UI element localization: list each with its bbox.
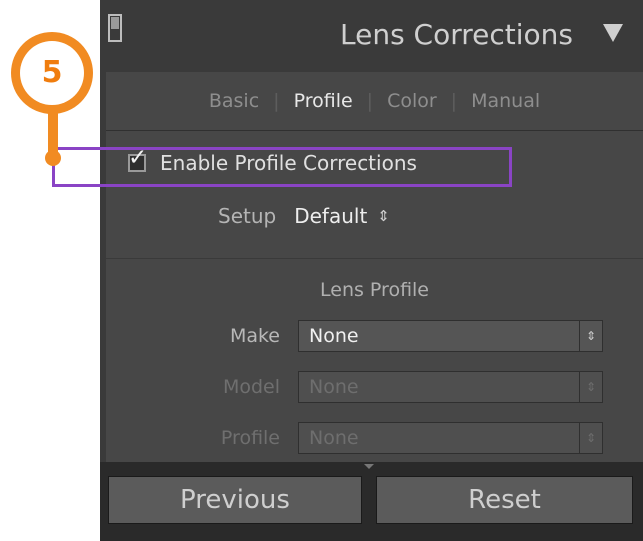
- triangle-down-icon[interactable]: [603, 24, 623, 42]
- reset-button[interactable]: Reset: [376, 476, 633, 524]
- previous-button[interactable]: Previous: [108, 476, 362, 524]
- model-select[interactable]: None ⇕: [298, 371, 603, 403]
- make-row: Make None ⇕: [106, 320, 643, 354]
- make-value: None: [309, 325, 359, 347]
- tab-manual[interactable]: Manual: [471, 90, 540, 112]
- tab-separator: |: [273, 90, 280, 112]
- tab-profile[interactable]: Profile: [294, 90, 353, 112]
- section-divider: [106, 258, 643, 259]
- spinner-icon[interactable]: ⇕: [579, 423, 602, 453]
- step-number: 5: [20, 41, 84, 105]
- setup-row: Setup Default ⇕: [218, 204, 390, 228]
- profile-row: Profile None ⇕: [106, 422, 643, 456]
- make-select[interactable]: None ⇕: [298, 320, 603, 352]
- tab-bar: Basic | Profile | Color | Manual: [106, 72, 643, 131]
- model-value: None: [309, 376, 359, 398]
- make-label: Make: [229, 325, 280, 347]
- profile-value: None: [309, 427, 359, 449]
- tab-separator: |: [366, 90, 374, 112]
- updown-caret-icon[interactable]: ⇕: [377, 207, 390, 225]
- tab-separator: |: [450, 90, 458, 112]
- panel-content: Basic | Profile | Color | Manual ✓ Enabl…: [106, 72, 643, 462]
- model-label: Model: [222, 376, 280, 398]
- lens-corrections-panel: Lens Corrections Basic | Profile | Color…: [100, 0, 643, 541]
- spinner-icon[interactable]: ⇕: [579, 372, 602, 402]
- profile-select[interactable]: None ⇕: [298, 422, 603, 454]
- spinner-icon[interactable]: ⇕: [579, 321, 602, 351]
- panel-header[interactable]: Lens Corrections: [100, 0, 643, 72]
- step-callout: 5: [11, 32, 93, 114]
- tab-color[interactable]: Color: [387, 90, 437, 112]
- tab-basic[interactable]: Basic: [209, 90, 259, 112]
- callout-pointer: [45, 150, 61, 166]
- setup-label: Setup: [218, 204, 277, 228]
- setup-dropdown[interactable]: Default: [294, 204, 367, 228]
- panel-switch-icon[interactable]: [108, 14, 122, 42]
- panel-title: Lens Corrections: [339, 18, 573, 51]
- highlight-box: [52, 147, 512, 187]
- scroll-down-icon[interactable]: [364, 464, 374, 469]
- model-row: Model None ⇕: [106, 371, 643, 405]
- profile-label: Profile: [220, 427, 280, 449]
- lens-profile-heading: Lens Profile: [320, 279, 429, 301]
- bottom-button-bar: Previous Reset: [100, 462, 643, 541]
